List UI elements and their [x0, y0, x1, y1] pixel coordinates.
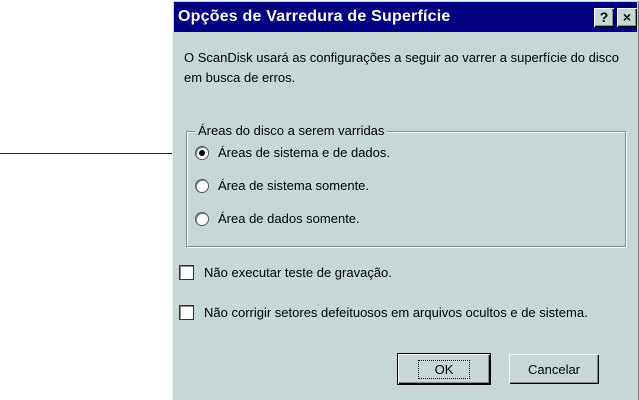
checkbox-icon[interactable]	[179, 305, 194, 320]
radio-system-only[interactable]: Área de sistema somente.	[195, 178, 369, 193]
radio-label: Áreas de sistema e de dados.	[218, 145, 390, 160]
surface-scan-options-dialog: Opções de Varredura de Superfície ? × O …	[172, 0, 639, 400]
radio-unselected-icon[interactable]	[195, 178, 209, 193]
checkbox-label: Não corrigir setores defeituosos em arqu…	[204, 305, 588, 320]
callout-line	[0, 153, 172, 154]
radio-system-and-data[interactable]: Áreas de sistema e de dados.	[195, 145, 390, 160]
checkbox-icon[interactable]	[179, 265, 194, 280]
areas-groupbox: Áreas do disco a serem varridas Áreas de…	[186, 123, 626, 247]
ok-button[interactable]: OK	[397, 353, 491, 385]
help-icon[interactable]: ?	[594, 7, 614, 27]
radio-data-only[interactable]: Área de dados somente.	[195, 211, 360, 226]
radio-label: Área de dados somente.	[218, 211, 360, 226]
intro-text: O ScanDisk usará as configurações a segu…	[184, 50, 619, 85]
close-icon[interactable]: ×	[617, 7, 637, 27]
radio-unselected-icon[interactable]	[195, 211, 209, 226]
checkbox-no-fix-hidden-system[interactable]: Não corrigir setores defeituosos em arqu…	[179, 305, 588, 320]
cancel-button[interactable]: Cancelar	[509, 354, 599, 384]
areas-group-legend: Áreas do disco a serem varridas	[195, 123, 388, 138]
radio-selected-icon[interactable]	[195, 145, 209, 160]
checkbox-label: Não executar teste de gravação.	[204, 265, 392, 280]
ok-button-label: OK	[417, 359, 471, 379]
dialog-title: Opções de Varredura de Superfície	[178, 8, 451, 25]
checkbox-no-write-test[interactable]: Não executar teste de gravação.	[179, 265, 392, 280]
title-bar[interactable]: Opções de Varredura de Superfície ? ×	[174, 2, 637, 32]
radio-label: Área de sistema somente.	[218, 178, 370, 193]
